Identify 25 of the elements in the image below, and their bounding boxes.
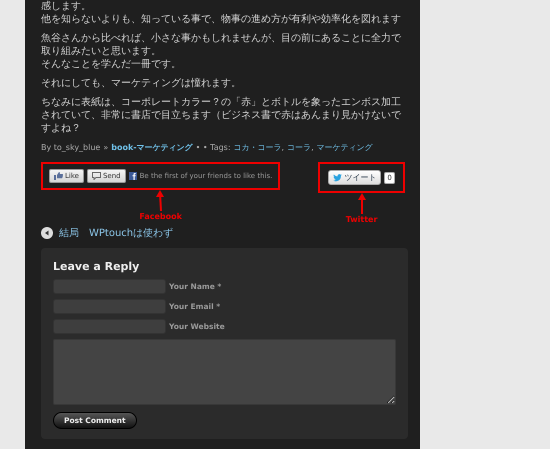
separator-text: ,	[282, 142, 284, 154]
tag-link[interactable]: コーラ	[287, 141, 312, 154]
separator-text: »	[103, 142, 108, 154]
article-text: ちなみに表紙は、コーポレートカラー？の「赤」とボトルを象ったエンボス加工されていて、非常に書店で目立ちます（ビジネス書で赤はあんまり見かけないですよね？	[41, 96, 402, 135]
f-logo-icon	[128, 172, 137, 180]
tags-label: • • Tags:	[196, 142, 231, 154]
tag-link[interactable]: マーケティング	[316, 141, 373, 154]
tweet-button[interactable]: ツイート	[328, 170, 382, 185]
comment-field[interactable]	[53, 339, 396, 405]
bird-icon	[333, 174, 342, 182]
separator-text: ,	[311, 142, 314, 154]
article-text: 他を知らないよりも、知っている事で、物事の進め方が有利や効率化を図れます	[41, 13, 402, 26]
tag-link[interactable]: コカ・コーラ	[234, 141, 282, 154]
reply-heading: Leave a Reply	[53, 260, 140, 273]
previous-post-link[interactable]: 結局 WPtouchは使わず	[59, 226, 174, 240]
category-link[interactable]: book-マーケティング	[111, 141, 193, 154]
article-text: 魚谷さんから比べれば、小さな事かもしれませんが、目の前にあることに全力で取り組みたいと思います。	[41, 32, 402, 58]
thumbs-up-icon	[54, 172, 63, 180]
article-text: 感します。	[41, 0, 92, 13]
annotation-label: Facebook	[139, 212, 182, 221]
article-text: それにしても、マーケティングは憧れます。	[41, 77, 242, 90]
author-text: By to_sky_blue	[41, 142, 100, 154]
article-text: そんなことを学んだ一冊です。	[41, 58, 182, 71]
annotation-label: Twitter	[346, 215, 378, 224]
speech-bubble-icon	[92, 172, 101, 180]
